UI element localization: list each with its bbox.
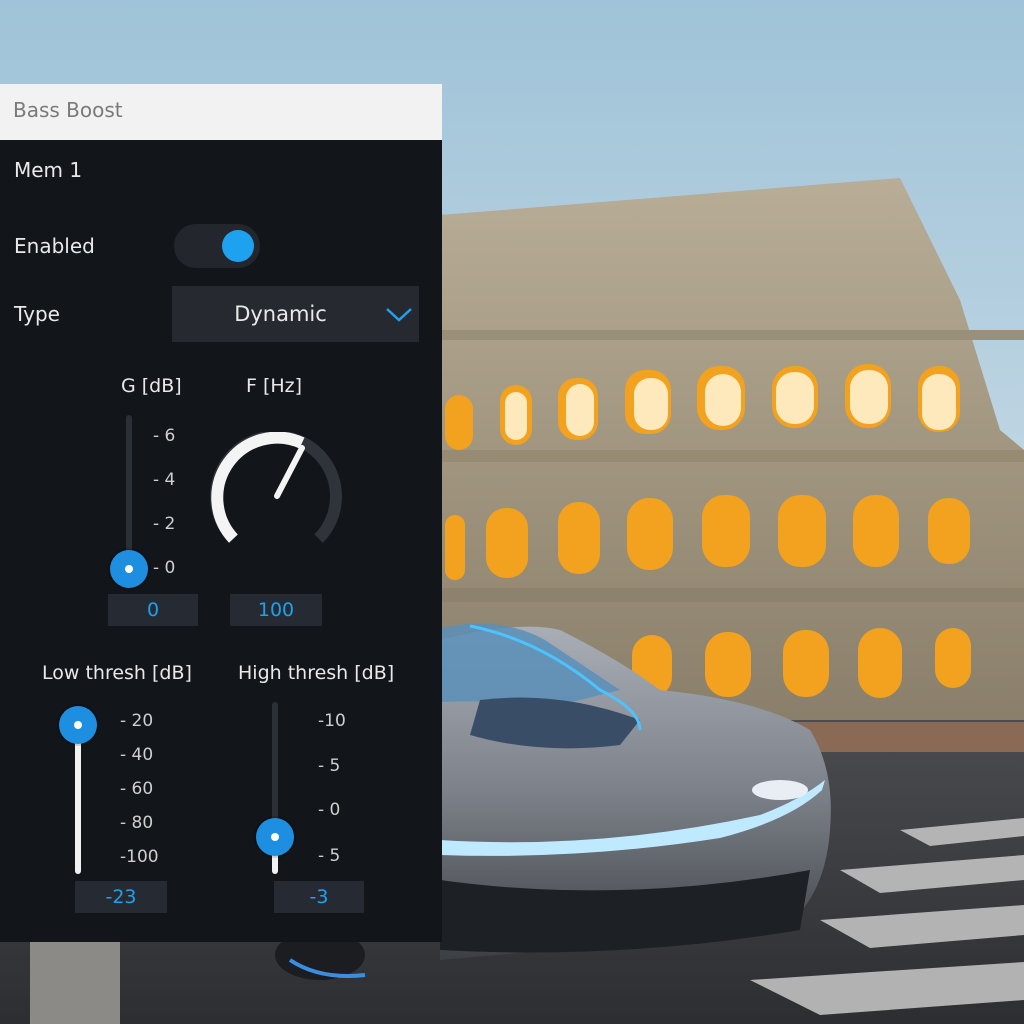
enabled-label: Enabled [14, 234, 95, 258]
low-thresh-slider-thumb[interactable] [59, 706, 97, 744]
gain-tick: - 2 [153, 514, 176, 534]
gain-tick: - 4 [153, 470, 176, 490]
chevron-down-icon [386, 308, 412, 322]
high-thresh-value-field[interactable]: -3 [274, 881, 364, 913]
high-thresh-tick: - 0 [318, 800, 341, 820]
frequency-value-field[interactable]: 100 [230, 594, 322, 626]
gain-value-field[interactable]: 0 [108, 594, 198, 626]
low-thresh-label: Low thresh [dB] [42, 662, 192, 684]
panel-title: Bass Boost [13, 98, 123, 122]
gain-slider-thumb[interactable] [110, 550, 148, 588]
low-thresh-tick: -100 [120, 847, 159, 867]
high-thresh-tick: - 5 [318, 756, 341, 776]
gain-tick: - 0 [153, 558, 176, 578]
gain-label: G [dB] [121, 375, 182, 397]
low-thresh-tick: - 60 [120, 779, 154, 799]
frequency-knob[interactable] [210, 432, 342, 564]
gain-tick: - 6 [153, 426, 176, 446]
toggle-knob [222, 230, 254, 262]
type-label: Type [14, 302, 60, 326]
low-thresh-tick: - 20 [120, 711, 154, 731]
high-thresh-tick: -10 [318, 711, 346, 731]
type-dropdown[interactable]: Dynamic [172, 286, 419, 342]
memory-label: Mem 1 [14, 158, 83, 182]
high-thresh-slider-thumb[interactable] [256, 818, 294, 856]
high-thresh-label: High thresh [dB] [238, 662, 395, 684]
frequency-label: F [Hz] [246, 375, 303, 397]
high-thresh-tick: - 5 [318, 846, 341, 866]
type-value: Dynamic [234, 302, 327, 326]
low-thresh-slider-fill [75, 722, 81, 874]
low-thresh-tick: - 80 [120, 813, 154, 833]
low-thresh-tick: - 40 [120, 745, 154, 765]
enabled-toggle[interactable] [174, 224, 260, 268]
low-thresh-value-field[interactable]: -23 [75, 881, 167, 913]
